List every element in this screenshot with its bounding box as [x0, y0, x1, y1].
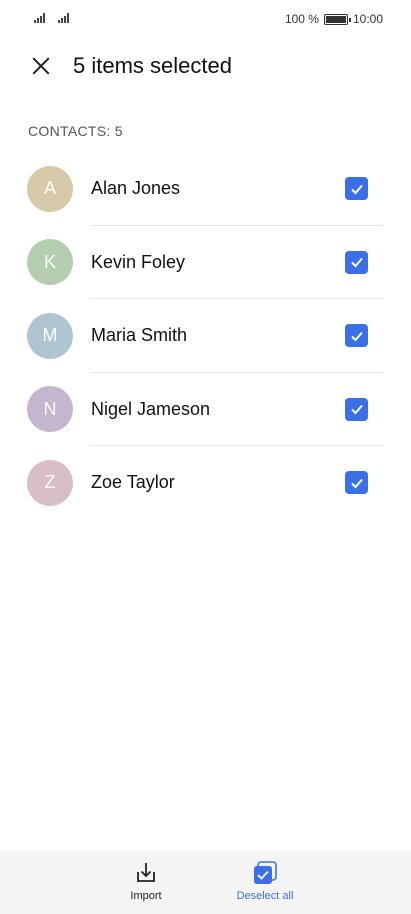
checkmark-icon: [350, 331, 363, 342]
avatar: M: [27, 312, 73, 359]
checkmark-icon: [350, 184, 363, 195]
contact-row[interactable]: K Kevin Foley: [0, 226, 411, 299]
close-icon[interactable]: [26, 51, 56, 81]
avatar: N: [27, 386, 73, 433]
deselect-all-label: Deselect all: [236, 890, 294, 902]
page-title: 5 items selected: [73, 53, 232, 78]
signal-strength-icon: [34, 13, 48, 23]
battery-icon: [323, 13, 351, 25]
checkmark-icon: [350, 405, 363, 415]
app-header: 5 items selected: [0, 48, 411, 84]
deselect-all-button[interactable]: Deselect all: [226, 860, 304, 902]
status-right: 100 % 10:00: [285, 12, 383, 26]
avatar: K: [27, 239, 73, 286]
signal-indicators: [34, 13, 72, 23]
contact-name: Kevin Foley: [91, 251, 186, 272]
checkmark-icon: [350, 258, 363, 268]
contact-row[interactable]: N Nigel Jameson: [0, 373, 411, 446]
import-button[interactable]: Import: [118, 860, 174, 902]
contact-row[interactable]: A Alan Jones: [0, 152, 411, 226]
select-checkbox[interactable]: [345, 250, 368, 274]
contact-row[interactable]: M Maria Smith: [0, 299, 411, 373]
contact-name: Alan Jones: [91, 178, 181, 199]
contact-list: A Alan Jones K Kevin Foley M Maria Smith N Nige…: [0, 152, 411, 520]
avatar: A: [27, 165, 73, 212]
select-checkbox[interactable]: [345, 324, 368, 348]
section-label: CONTACTS: 5: [28, 123, 123, 139]
import-icon: [137, 863, 155, 882]
battery-percent: 100 %: [284, 12, 319, 26]
bottom-action-bar: Import Deselect all: [0, 850, 411, 914]
contact-name: Zoe Taylor: [91, 472, 175, 493]
contact-name: Nigel Jameson: [91, 398, 211, 419]
status-bar: 100 % 10:00: [0, 0, 411, 40]
select-checkbox[interactable]: [345, 471, 368, 495]
clock: 10:00: [352, 12, 383, 26]
deselect-all-icon: [254, 861, 277, 884]
select-checkbox[interactable]: [345, 177, 368, 201]
contact-name: Maria Smith: [91, 325, 188, 346]
checkmark-icon: [350, 478, 363, 489]
select-checkbox[interactable]: [345, 397, 368, 421]
screen: 100 % 10:00 5 items selected CONTACTS: 5…: [0, 0, 411, 914]
import-label: Import: [130, 890, 162, 902]
contact-row[interactable]: Z Zoe Taylor: [0, 446, 411, 520]
avatar: Z: [27, 459, 73, 506]
signal-strength-icon: [58, 13, 72, 23]
